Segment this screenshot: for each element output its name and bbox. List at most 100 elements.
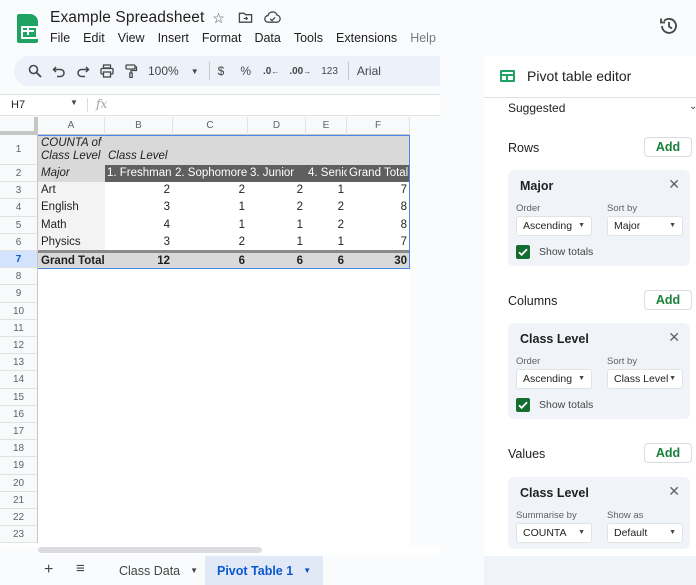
pivot-column-header-cell[interactable]: 1. Freshman — [105, 165, 173, 183]
pivot-value-cell[interactable]: 2 — [105, 182, 173, 199]
move-to-folder-icon[interactable] — [237, 10, 254, 27]
row-header-13[interactable]: 13 — [0, 354, 38, 372]
menu-extensions[interactable]: Extensions — [336, 31, 404, 45]
row-header-3[interactable]: 3 — [0, 182, 38, 200]
add-sheet-button[interactable]: + — [44, 561, 53, 579]
all-sheets-button[interactable]: ≡ — [76, 560, 85, 577]
pivot-value-cell[interactable]: 1 — [306, 182, 347, 199]
column-divider[interactable] — [346, 117, 347, 135]
font-select[interactable]: Arial — [357, 61, 381, 81]
row-header-15[interactable]: 15 — [0, 388, 38, 406]
pivot-value-cell[interactable]: 1 — [248, 234, 306, 251]
menu-file[interactable]: File — [50, 31, 77, 45]
pivot-value-cell[interactable]: 2 — [306, 199, 347, 216]
grand-total-label-cell[interactable]: Grand Total — [38, 253, 105, 269]
column-divider[interactable] — [247, 117, 248, 135]
increase-decimal-button[interactable]: .00 → — [289, 61, 311, 81]
pivot-column-header-cell[interactable]: 3. Junior — [248, 165, 306, 183]
row-show-totals-checkbox[interactable] — [516, 245, 530, 259]
pivot-value-cell[interactable]: 1 — [173, 217, 248, 234]
row-header-7[interactable]: 7 — [0, 251, 38, 269]
close-icon[interactable]: ✕ — [668, 483, 680, 500]
select-all-corner[interactable] — [0, 117, 38, 135]
version-history-icon[interactable] — [658, 15, 680, 37]
chevron-down-icon[interactable]: ▼ — [190, 566, 198, 575]
row-header-21[interactable]: 21 — [0, 491, 38, 509]
menu-insert[interactable]: Insert — [158, 31, 196, 45]
grand-total-value-cell[interactable]: 12 — [105, 253, 173, 269]
close-icon[interactable]: ✕ — [668, 329, 680, 346]
column-header-e[interactable]: E — [306, 117, 347, 135]
chevron-down-icon[interactable]: ▼ — [303, 566, 311, 575]
row-header-8[interactable]: 8 — [0, 268, 38, 286]
row-header-10[interactable]: 10 — [0, 302, 38, 320]
pivot-value-cell[interactable]: 3 — [105, 234, 173, 251]
paint-format-icon[interactable] — [124, 61, 138, 81]
column-header-a[interactable]: A — [38, 117, 105, 135]
pivot-value-cell[interactable]: 1 — [306, 234, 347, 251]
add-column-button[interactable]: Add — [644, 290, 692, 310]
column-header-c[interactable]: C — [173, 117, 248, 135]
row-header-20[interactable]: 20 — [0, 474, 38, 492]
cloud-saved-icon[interactable] — [264, 10, 281, 27]
summarise-by-select[interactable]: COUNTA ▼ — [516, 523, 592, 543]
row-header-19[interactable]: 19 — [0, 457, 38, 475]
close-icon[interactable]: ✕ — [668, 176, 680, 193]
star-icon[interactable]: ☆ — [210, 10, 227, 27]
row-header-18[interactable]: 18 — [0, 440, 38, 458]
row-header-23[interactable]: 23 — [0, 526, 38, 544]
add-value-button[interactable]: Add — [644, 443, 692, 463]
chevron-down-icon[interactable]: ▼ — [70, 98, 78, 107]
pivot-value-label-cell[interactable]: COUNTA of Class Level — [38, 135, 105, 165]
grand-total-value-cell[interactable]: 6 — [173, 253, 248, 269]
pivot-value-cell[interactable]: 8 — [347, 199, 410, 216]
column-divider[interactable] — [305, 117, 306, 135]
spreadsheet-grid[interactable]: A B C D E F 1 2 3 4 5 6 7 8 9 10 11 12 13 14 15 16 17 18 19 20 21 2… — [0, 117, 410, 547]
pivot-value-cell[interactable]: 8 — [347, 217, 410, 234]
pivot-row-label-cell[interactable]: Art — [38, 182, 105, 200]
column-show-totals-checkbox[interactable] — [516, 398, 530, 412]
document-title[interactable]: Example Spreadsheet — [50, 9, 204, 27]
undo-icon[interactable] — [52, 61, 66, 81]
column-header-d[interactable]: D — [248, 117, 306, 135]
grand-total-value-cell[interactable]: 30 — [347, 253, 410, 269]
pivot-column-header-cell[interactable]: Grand Total — [347, 165, 410, 183]
pivot-value-cell[interactable]: 1 — [248, 217, 306, 234]
redo-icon[interactable] — [76, 61, 90, 81]
pivot-value-cell[interactable]: 2 — [173, 182, 248, 199]
pivot-row-label-cell[interactable]: Physics — [38, 233, 105, 251]
column-order-select[interactable]: Ascending ▼ — [516, 369, 592, 389]
pivot-value-cell[interactable]: 4 — [105, 217, 173, 234]
row-header-4[interactable]: 4 — [0, 199, 38, 217]
grand-total-value-cell[interactable]: 6 — [248, 253, 306, 269]
pivot-row-label-cell[interactable]: Math — [38, 216, 105, 234]
percent-format-button[interactable]: % — [240, 61, 251, 81]
sheets-logo-icon[interactable] — [17, 14, 38, 43]
pivot-value-cell[interactable]: 1 — [173, 199, 248, 216]
column-divider[interactable] — [104, 117, 105, 135]
row-header-1[interactable]: 1 — [0, 135, 38, 165]
pivot-value-cell[interactable]: 7 — [347, 234, 410, 251]
row-header-16[interactable]: 16 — [0, 405, 38, 423]
row-header-17[interactable]: 17 — [0, 423, 38, 441]
pivot-value-cell[interactable]: 2 — [173, 234, 248, 251]
pivot-value-cell[interactable]: 7 — [347, 182, 410, 199]
print-icon[interactable] — [100, 61, 114, 81]
pivot-row-label-cell[interactable]: English — [38, 199, 105, 217]
row-header-11[interactable]: 11 — [0, 319, 38, 337]
column-divider[interactable] — [172, 117, 173, 135]
search-menus-icon[interactable] — [28, 61, 42, 81]
horizontal-scrollbar-thumb[interactable] — [38, 547, 262, 553]
pivot-column-header-cell[interactable]: 4. Senior — [306, 165, 347, 183]
name-box[interactable]: H7 — [11, 99, 25, 111]
sheet-tab-class-data[interactable]: Class Data ▼ — [107, 556, 210, 585]
pivot-column-header-cell[interactable]: 2. Sophomore — [173, 165, 248, 183]
column-header-f[interactable]: F — [347, 117, 410, 135]
menu-tools[interactable]: Tools — [294, 31, 330, 45]
more-formats-button[interactable]: 123 — [321, 61, 338, 81]
menu-data[interactable]: Data — [254, 31, 287, 45]
row-header-12[interactable]: 12 — [0, 337, 38, 355]
menu-help[interactable]: Help — [410, 31, 440, 45]
sheet-tab-pivot-table-1[interactable]: Pivot Table 1 ▼ — [205, 556, 324, 585]
column-sort-by-select[interactable]: Class Level ▼ — [607, 369, 683, 389]
